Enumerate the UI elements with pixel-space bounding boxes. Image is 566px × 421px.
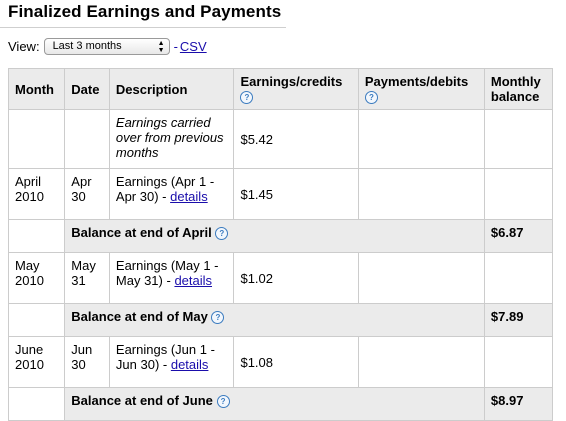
up-down-arrows-icon: ▲ ▼ <box>157 39 165 54</box>
header-balance-line2: balance <box>490 89 540 104</box>
carried-date <box>64 109 110 170</box>
details-link-june[interactable]: details <box>171 357 209 372</box>
header-date: Date <box>64 67 110 111</box>
balance-cell <box>483 336 554 389</box>
balance-label-text: Balance at end of April <box>71 225 212 241</box>
payments-cell <box>357 252 485 305</box>
description-cell: Earnings (Apr 1 - Apr 30) - details <box>108 168 235 221</box>
balance-row-june: Balance at end of June ? $8.97 <box>7 387 554 421</box>
date-cell: May 31 <box>64 252 110 305</box>
header-balance: Monthly balance <box>483 67 554 111</box>
balance-row-april: Balance at end of April ? $6.87 <box>7 219 554 254</box>
view-label: View: <box>8 38 40 54</box>
page-title: Finalized Earnings and Payments <box>8 2 282 21</box>
balance-value: $8.97 <box>483 387 554 421</box>
carried-payments <box>357 109 485 170</box>
balance-spacer <box>7 303 66 338</box>
header-earnings-label: Earnings/credits <box>240 74 343 89</box>
carried-balance <box>483 109 554 170</box>
earnings-help-icon[interactable]: ? <box>240 91 254 105</box>
balance-label: Balance at end of May ? <box>64 303 485 338</box>
payments-help-icon[interactable]: ? <box>364 91 378 105</box>
view-filter-row: View: Last 3 months ▲ ▼ - CSV <box>8 36 207 56</box>
balance-label-text: Balance at end of May <box>71 309 208 325</box>
month-row-april: April 2010 Apr 30 Earnings (Apr 1 - Apr … <box>7 168 554 221</box>
earnings-table: Month Date Description Earnings/credits … <box>7 67 554 421</box>
description-cell: Earnings (Jun 1 - Jun 30) - details <box>108 336 235 389</box>
balance-help-icon[interactable]: ? <box>211 311 225 325</box>
header-balance-line1: Monthly <box>490 74 541 89</box>
title-divider <box>0 27 286 28</box>
header-payments: Payments/debits ? <box>357 67 485 111</box>
earnings-cell: $1.45 <box>233 168 359 221</box>
date-cell: Jun 30 <box>64 336 110 389</box>
table-header-row: Month Date Description Earnings/credits … <box>7 67 554 111</box>
date-cell: Apr 30 <box>64 168 110 221</box>
balance-label: Balance at end of April ? <box>64 219 485 254</box>
earnings-cell: $1.02 <box>233 252 359 305</box>
payments-cell <box>357 168 485 221</box>
balance-label: Balance at end of June ? <box>64 387 485 421</box>
period-select[interactable]: Last 3 months ▲ ▼ <box>43 37 170 55</box>
balance-help-icon[interactable]: ? <box>215 227 229 241</box>
header-description: Description <box>108 67 235 111</box>
header-payments-label: Payments/debits <box>364 74 469 89</box>
month-row-june: June 2010 Jun 30 Earnings (Jun 1 - Jun 3… <box>7 336 554 389</box>
month-cell: April 2010 <box>7 168 66 221</box>
details-link-april[interactable]: details <box>170 189 208 204</box>
balance-spacer <box>7 387 66 421</box>
balance-value: $7.89 <box>483 303 554 338</box>
balance-spacer <box>7 219 66 254</box>
csv-download-link[interactable]: CSV <box>180 39 207 54</box>
balance-label-text: Balance at end of June <box>71 393 213 409</box>
month-cell: May 2010 <box>7 252 66 305</box>
period-select-value: Last 3 months <box>52 39 122 52</box>
carried-month <box>7 109 66 170</box>
carried-over-row: Earnings carried over from previous mont… <box>7 109 554 170</box>
earnings-cell: $1.08 <box>233 336 359 389</box>
month-cell: June 2010 <box>7 336 66 389</box>
description-cell: Earnings (May 1 - May 31) - details <box>108 252 235 305</box>
balance-cell <box>483 168 554 221</box>
details-link-may[interactable]: details <box>174 273 212 288</box>
balance-value: $6.87 <box>483 219 554 254</box>
balance-cell <box>483 252 554 305</box>
csv-dash: - <box>173 38 178 54</box>
header-month: Month <box>7 67 66 111</box>
balance-row-may: Balance at end of May ? $7.89 <box>7 303 554 338</box>
carried-description: Earnings carried over from previous mont… <box>108 109 235 170</box>
month-row-may: May 2010 May 31 Earnings (May 1 - May 31… <box>7 252 554 305</box>
carried-earnings: $5.42 <box>233 109 359 170</box>
header-earnings: Earnings/credits ? <box>233 67 359 111</box>
payments-cell <box>357 336 485 389</box>
